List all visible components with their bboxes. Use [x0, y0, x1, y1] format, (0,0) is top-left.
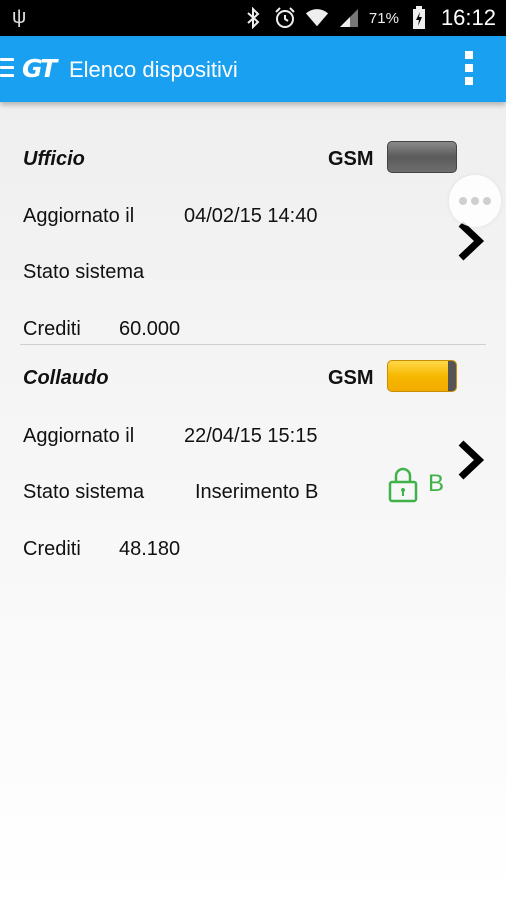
updated-label: Aggiornato il — [23, 205, 135, 227]
cell-signal-icon — [337, 6, 361, 30]
page-title: Elenco dispositivi — [69, 57, 238, 82]
status-value: Inserimento B — [195, 481, 319, 503]
app-bar: GT Elenco dispositivi — [0, 36, 506, 102]
gsm-label: GSM — [328, 148, 374, 170]
device-name: Ufficio — [23, 148, 85, 170]
bluetooth-icon — [241, 6, 265, 30]
app-logo[interactable]: GT — [22, 54, 57, 83]
battery-icon — [407, 6, 431, 30]
lock-icon — [388, 467, 418, 503]
status-bar: ψ 71% 16:12 — [0, 0, 506, 36]
updated-value: 04/02/15 14:40 — [184, 205, 318, 227]
divider — [20, 344, 486, 345]
credits-value: 48.180 — [119, 538, 181, 560]
clock: 16:12 — [440, 5, 496, 30]
wifi-icon — [305, 6, 329, 30]
floating-more-icon[interactable] — [449, 175, 501, 227]
updated-label: Aggiornato il — [23, 425, 135, 447]
battery-percent: 71% — [368, 9, 399, 27]
updated-value: 22/04/15 15:15 — [184, 425, 318, 447]
gsm-signal-indicator — [387, 360, 457, 392]
status-label: Stato sistema — [23, 481, 145, 503]
alarm-icon — [273, 6, 297, 30]
credits-value: 60.000 — [119, 318, 181, 340]
credits-label: Crediti — [23, 318, 81, 340]
gsm-label: GSM — [328, 367, 374, 389]
armed-zone-letter: B — [428, 470, 445, 497]
status-icons: 71% 16:12 — [241, 0, 496, 36]
credits-label: Crediti — [23, 538, 81, 560]
hamburger-icon[interactable] — [0, 58, 14, 78]
device-name: Collaudo — [23, 367, 109, 389]
status-label: Stato sistema — [23, 261, 145, 283]
chevron-right-icon[interactable] — [457, 439, 485, 481]
usb-icon: ψ — [12, 6, 27, 28]
overflow-menu-icon[interactable] — [465, 51, 475, 87]
gsm-signal-indicator — [387, 141, 457, 173]
